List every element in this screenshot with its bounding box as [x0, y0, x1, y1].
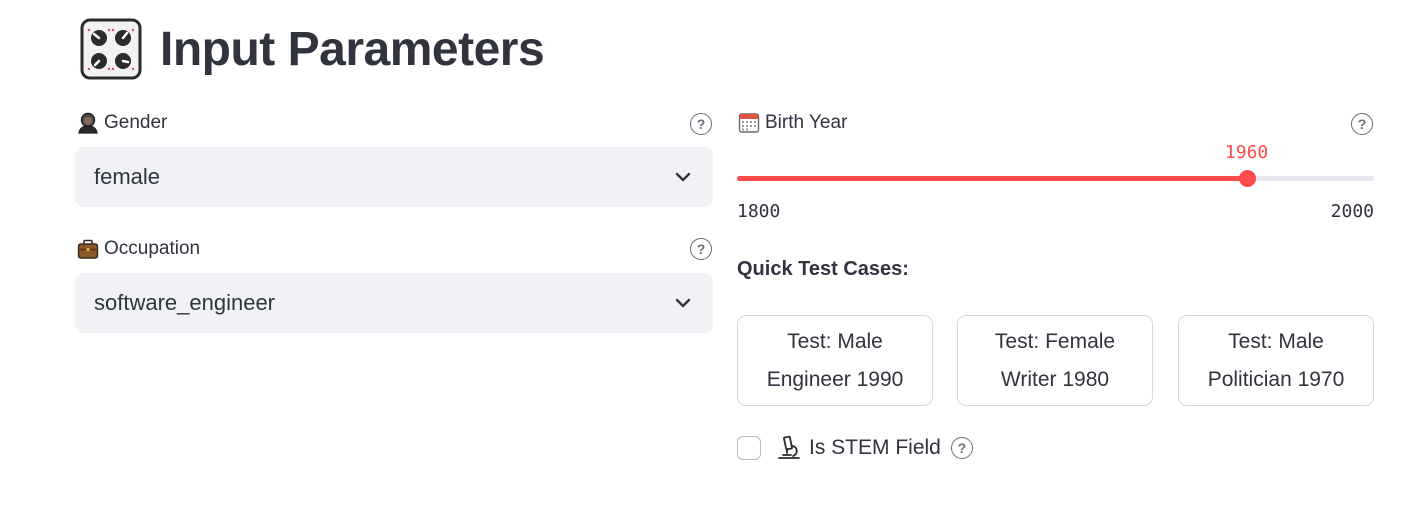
- gender-help-icon[interactable]: ?: [690, 113, 712, 135]
- gender-select-value: female: [94, 164, 161, 189]
- birth-year-label-row: Birth Year: [738, 109, 847, 137]
- stem-checkbox-label: Is STEM Field: [809, 436, 941, 459]
- birth-year-slider[interactable]: [737, 170, 1374, 187]
- stem-checkbox-row: Is STEM Field ?: [737, 433, 973, 463]
- occupation-label-row: Occupation: [77, 235, 200, 263]
- gender-label-row: Gender: [77, 109, 167, 137]
- slider-thumb[interactable]: [1238, 170, 1256, 187]
- microscope-icon: [778, 435, 800, 459]
- test-female-writer-button[interactable]: Test: Female Writer 1980: [957, 315, 1153, 406]
- briefcase-icon: [77, 239, 99, 259]
- occupation-label: Occupation: [104, 238, 201, 259]
- test-male-engineer-button[interactable]: Test: Male Engineer 1990: [737, 315, 933, 406]
- quick-test-heading: Quick Test Cases:: [737, 258, 909, 280]
- occupation-help-icon[interactable]: ?: [690, 238, 712, 260]
- gender-select[interactable]: female: [75, 147, 713, 207]
- occupation-select[interactable]: software_engineer: [75, 273, 713, 333]
- gender-label: Gender: [104, 112, 168, 133]
- stem-help-icon[interactable]: ?: [950, 437, 973, 459]
- page-title: Input Parameters: [160, 22, 545, 76]
- chevron-down-icon: [675, 172, 691, 182]
- stem-checkbox[interactable]: [737, 436, 761, 460]
- calendar-icon: [738, 113, 760, 133]
- birth-year-help-icon[interactable]: ?: [1351, 113, 1373, 135]
- page-header: Input Parameters: [80, 16, 545, 82]
- slider-current-value: 1960: [1224, 142, 1269, 163]
- test-male-politician-button[interactable]: Test: Male Politician 1970: [1178, 315, 1374, 406]
- chevron-down-icon: [675, 298, 691, 308]
- occupation-select-value: software_engineer: [94, 290, 276, 315]
- control-knobs-icon: [80, 18, 142, 80]
- person-icon: [78, 112, 98, 134]
- birth-year-label: Birth Year: [765, 112, 848, 133]
- slider-min-label: 1800: [737, 201, 781, 222]
- slider-max-label: 2000: [1330, 201, 1374, 222]
- slider-fill: [737, 176, 1247, 181]
